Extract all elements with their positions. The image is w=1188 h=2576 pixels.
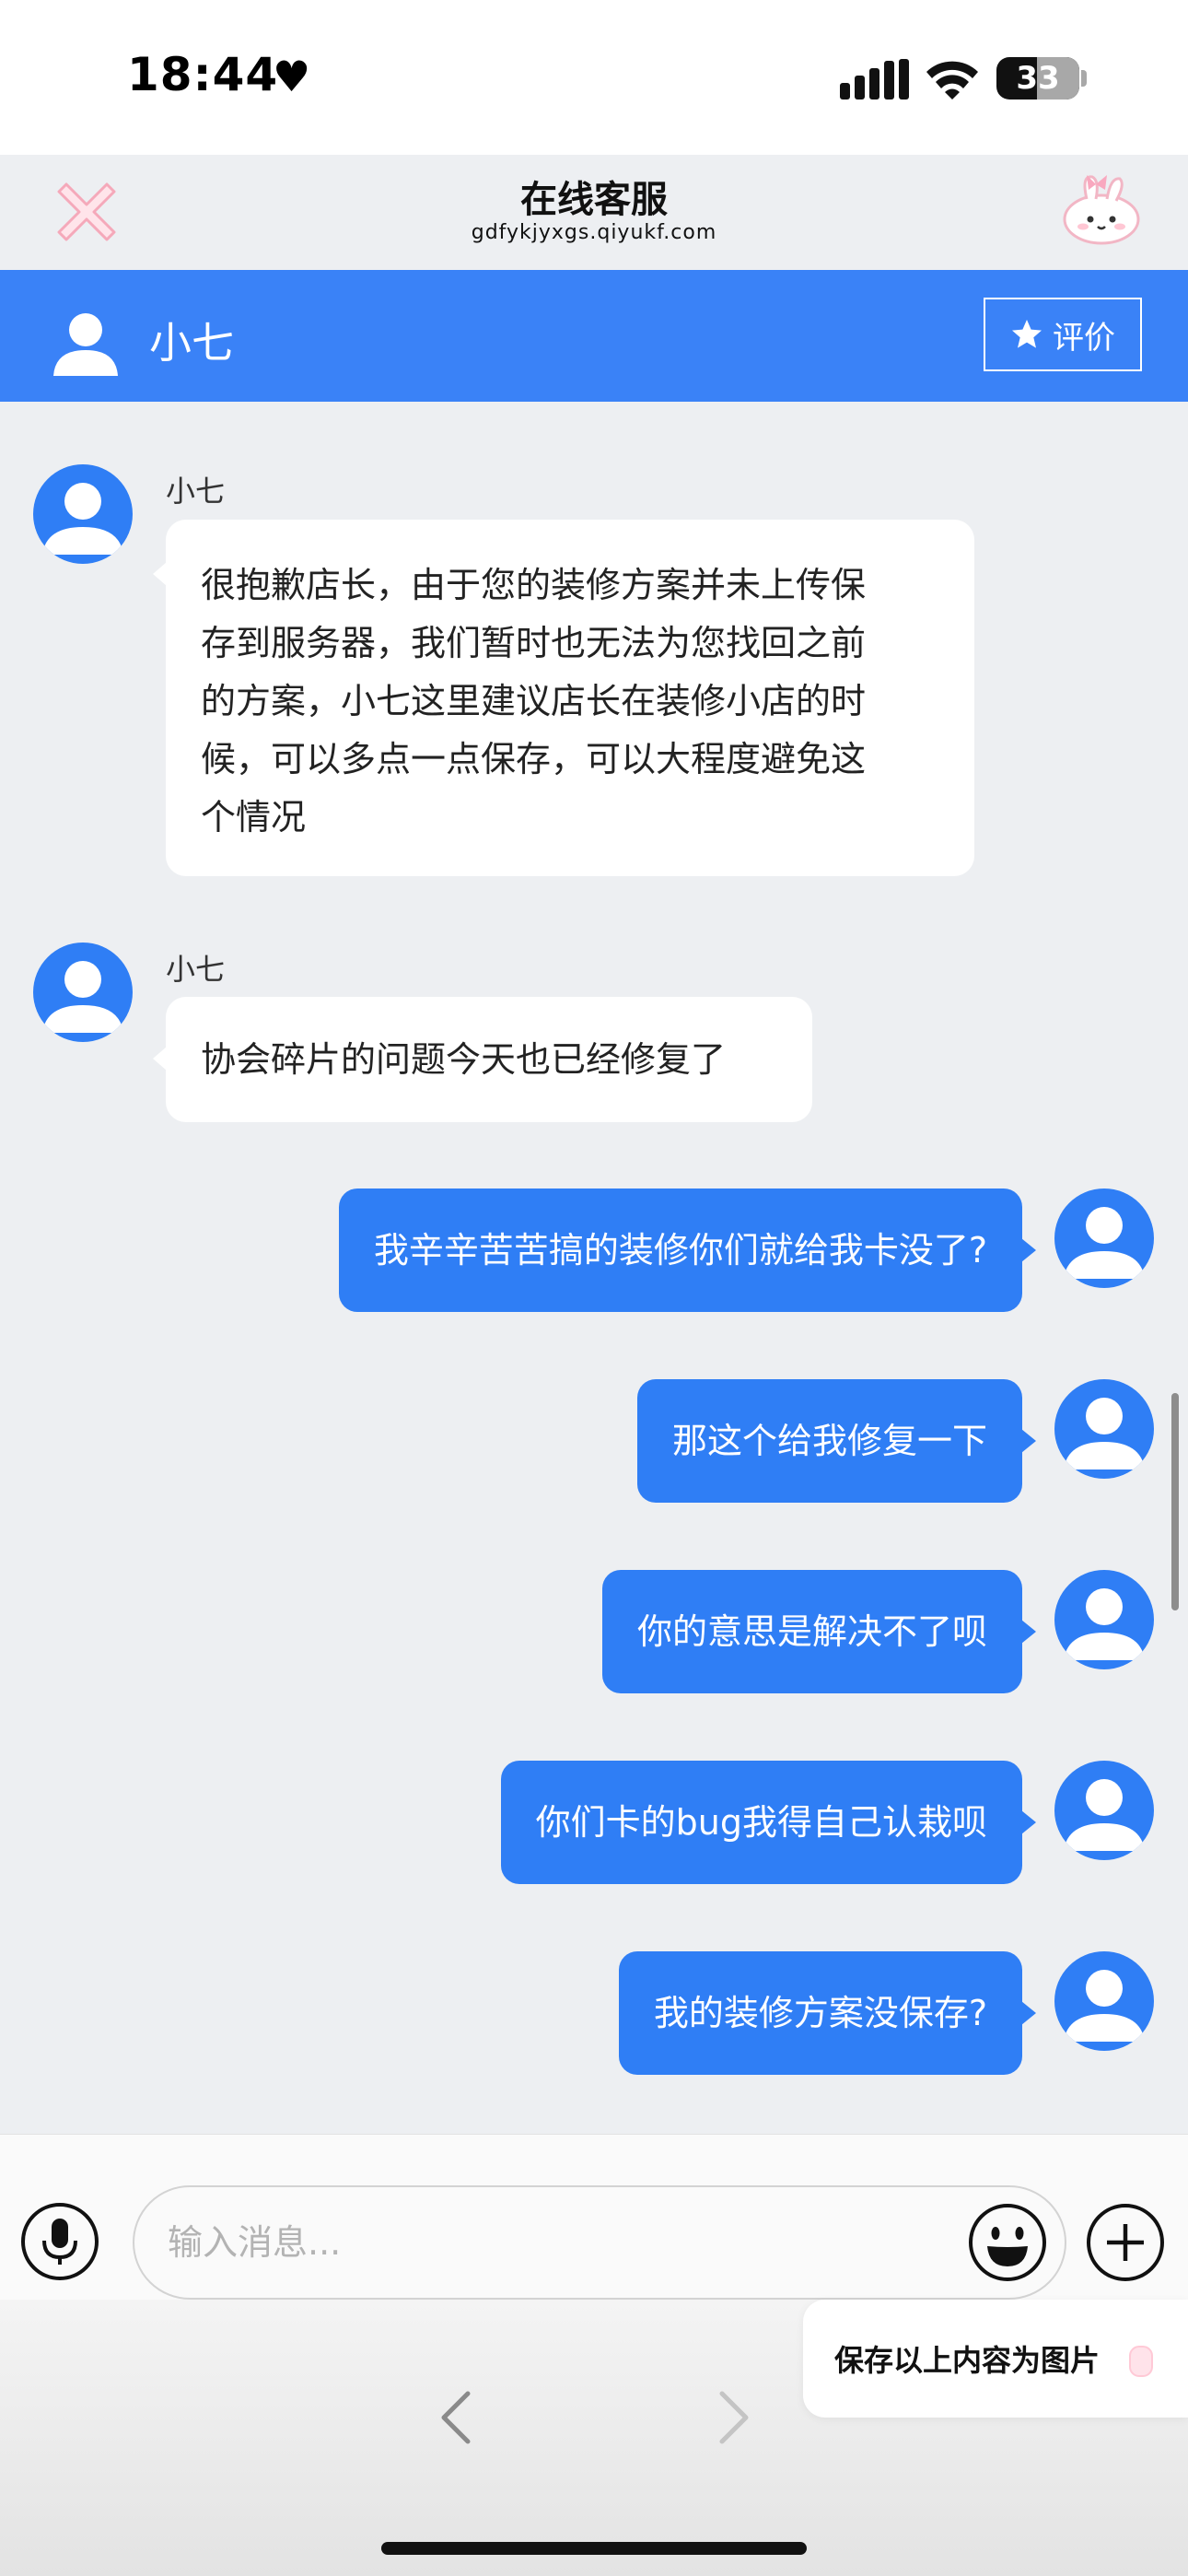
- chevron-right-icon[interactable]: [715, 2388, 753, 2447]
- message-line: 候，可以多点一点保存，可以大程度避免这: [201, 739, 867, 779]
- user-icon: [42, 483, 123, 555]
- plus-icon[interactable]: [1085, 2202, 1166, 2283]
- page-title: 在线客服: [520, 179, 668, 221]
- message-input[interactable]: [133, 2185, 1066, 2300]
- emoji-icon[interactable]: [967, 2202, 1048, 2283]
- message-bubble-user: 我的装修方案没保存?: [618, 1951, 1037, 2075]
- battery-icon: 33: [996, 57, 1079, 100]
- status-time: 18:44: [127, 48, 279, 101]
- user-icon: [1064, 1588, 1145, 1660]
- user-icon: [1064, 1207, 1145, 1279]
- user-icon: [1064, 1970, 1145, 2042]
- message-line: 很抱歉店长，由于您的装修方案并未上传保: [201, 565, 867, 605]
- user-icon: [1064, 1398, 1145, 1469]
- rate-button[interactable]: 评价: [984, 298, 1142, 371]
- battery-tip: [1081, 70, 1087, 87]
- message-bubble-user: 你们卡的bug我得自己认栽呗: [500, 1761, 1037, 1884]
- save-as-image-label: 保存以上内容为图片: [834, 2343, 1101, 2378]
- page-url: gdfykjyxgs.qiyukf.com: [471, 221, 717, 244]
- star-icon: [1012, 320, 1042, 348]
- pink-badge-icon: [1129, 2346, 1153, 2377]
- user-icon: [1064, 1779, 1145, 1851]
- heart-icon: ♥: [273, 52, 311, 101]
- message-line: 的方案，小七这里建议店长在装修小店的时: [201, 681, 867, 721]
- user-avatar[interactable]: [1054, 1188, 1154, 1288]
- bunny-mascot-icon[interactable]: [1059, 171, 1144, 247]
- chevron-left-icon[interactable]: [437, 2388, 475, 2447]
- message-bubble-agent: 协会碎片的问题今天也已经修复了: [153, 997, 812, 1122]
- cellular-signal-icon: [840, 59, 909, 100]
- user-avatar[interactable]: [1054, 1379, 1154, 1479]
- sender-name: 小七: [166, 474, 226, 509]
- home-indicator[interactable]: [381, 2542, 807, 2555]
- message-bubble-agent: 很抱歉店长，由于您的装修方案并未上传保 存到服务器，我们暂时也无法为您找回之前 …: [153, 520, 974, 876]
- agent-name: 小七: [149, 318, 234, 368]
- microphone-icon[interactable]: [20, 2202, 99, 2281]
- message-bubble-user: 我辛辛苦苦搞的装修你们就给我卡没了?: [338, 1188, 1037, 1312]
- message-line: 个情况: [201, 797, 307, 837]
- user-avatar[interactable]: [1054, 1761, 1154, 1860]
- user-icon: [42, 961, 123, 1033]
- user-avatar[interactable]: [1054, 1951, 1154, 2051]
- wifi-icon: [926, 61, 978, 100]
- sender-name: 小七: [166, 952, 226, 987]
- agent-avatar[interactable]: [33, 464, 133, 564]
- battery-level: 33: [1016, 60, 1060, 97]
- user-avatar[interactable]: [1054, 1570, 1154, 1669]
- user-icon: [53, 313, 118, 376]
- message-line: 存到服务器，我们暂时也无法为您找回之前: [201, 623, 867, 663]
- rate-button-label: 评价: [1053, 319, 1115, 357]
- message-bubble-user: 那这个给我修复一下: [636, 1379, 1037, 1503]
- agent-avatar[interactable]: [33, 943, 133, 1042]
- chat-scrollbar[interactable]: [1171, 1393, 1179, 1610]
- message-bubble-user: 你的意思是解决不了呗: [601, 1570, 1037, 1693]
